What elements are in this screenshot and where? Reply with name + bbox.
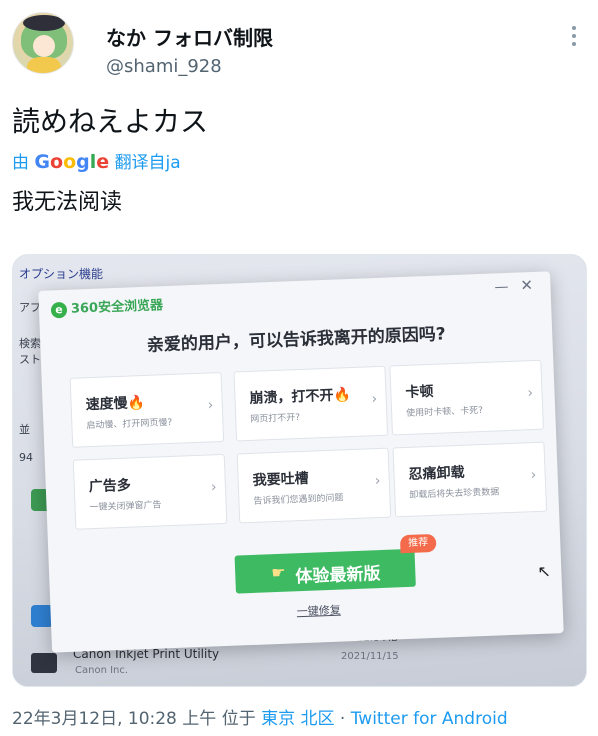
browser-brand-name: 360安全浏览器	[70, 298, 164, 317]
translation-source-language: 翻译自ja	[114, 153, 181, 173]
more-options-icon[interactable]	[566, 24, 582, 48]
reason-option-uninstall[interactable]: 忍痛卸载 卸载后将失去珍贵数据 ›	[392, 441, 548, 518]
chevron-right-icon: ›	[210, 479, 217, 496]
reason-title: 忍痛卸载	[408, 464, 465, 483]
translation-attribution[interactable]: 由 Google 翻译自ja	[12, 148, 181, 173]
location-prefix: 位于	[221, 709, 256, 729]
source-link[interactable]: Twitter for Android	[351, 709, 508, 729]
chevron-right-icon: ›	[527, 385, 534, 402]
background-side-label: スト	[19, 353, 41, 366]
try-latest-version-button[interactable]: ☛ 体验最新版	[234, 548, 416, 594]
uninstall-dialog: e 360安全浏览器 — ✕ 亲爱的用户，可以告诉我离开的原因吗? 速度慢🔥 启动…	[38, 271, 564, 653]
google-logo: Google	[34, 151, 110, 173]
try-button-label: 体验最新版	[295, 564, 381, 588]
browser-brand: e 360安全浏览器	[50, 294, 164, 319]
tweet-meta: 22年3月12日, 10:28 上午 位于 東京 北区 · Twitter fo…	[12, 704, 508, 729]
reason-subtitle: 卸载后将失去珍贵数据	[409, 487, 500, 501]
avatar-hat	[23, 15, 65, 31]
reason-title: 广告多	[88, 477, 132, 496]
translation-by: 由	[12, 153, 29, 173]
tweet-text: 読めねえよカス	[12, 105, 209, 138]
background-side-label: 94	[19, 451, 33, 464]
user-handle[interactable]: @shami_928	[106, 56, 222, 77]
recommended-badge: 推荐	[399, 533, 437, 554]
reason-subtitle: 一键关闭弹窗广告	[89, 500, 162, 514]
app-date: 2021/11/15	[341, 651, 399, 662]
meta-separator: ·	[339, 709, 346, 729]
reason-title: 速度慢🔥	[85, 394, 146, 414]
reason-option-lag[interactable]: 卡顿 使用时卡顿、卡死? ›	[389, 359, 544, 436]
reason-title: 我要吐槽	[252, 470, 309, 489]
location-link[interactable]: 東京 北区	[261, 709, 334, 729]
chevron-right-icon: ›	[371, 391, 378, 408]
reason-subtitle: 使用时卡顿、卡死?	[406, 405, 484, 419]
reason-subtitle: 网页打不开?	[250, 413, 301, 425]
background-window-title: オプション機能	[19, 267, 104, 281]
reason-title: 卡顿	[405, 383, 434, 401]
timestamp[interactable]: 22年3月12日, 10:28 上午	[12, 709, 216, 729]
translated-text: 我无法阅读	[12, 190, 123, 215]
mouse-cursor-icon: ↖	[537, 561, 552, 581]
app-publisher: Canon Inc.	[75, 665, 129, 676]
background-side-label: 並	[19, 423, 30, 436]
chevron-right-icon: ›	[530, 466, 537, 484]
avatar-face	[33, 35, 55, 57]
pointing-hand-icon: ☛	[270, 562, 286, 583]
printer-icon	[31, 653, 57, 673]
avatar[interactable]	[12, 12, 74, 74]
reason-subtitle: 启动慢、打开网页慢?	[86, 417, 173, 432]
one-click-repair-link[interactable]: 一键修复	[296, 602, 341, 620]
reason-subtitle: 告诉我们您遇到的问题	[253, 493, 344, 507]
minimize-icon[interactable]: —	[494, 279, 509, 296]
tweet: なか フォロバ制限 @shami_928 読めねえよカス 由 Google 翻译…	[0, 0, 598, 736]
chevron-right-icon: ›	[207, 397, 214, 414]
close-icon[interactable]: ✕	[520, 276, 533, 294]
chevron-right-icon: ›	[374, 472, 381, 490]
reason-title: 崩溃，打不开🔥	[249, 387, 352, 407]
reason-option-ads[interactable]: 广告多 一键关闭弹窗广告 ›	[72, 453, 228, 530]
reason-option-feedback[interactable]: 我要吐槽 告诉我们您遇到的问题 ›	[236, 447, 392, 524]
display-name[interactable]: なか フォロバ制限	[106, 22, 273, 51]
reason-option-slow[interactable]: 速度慢🔥 启动慢、打开网页慢? ›	[69, 371, 225, 448]
dialog-question: 亲爱的用户，可以告诉我离开的原因吗?	[146, 324, 447, 356]
reason-option-crash[interactable]: 崩溃，打不开🔥 网页打不开? ›	[233, 365, 389, 442]
background-side-label: 検索	[19, 337, 41, 350]
avatar-body	[27, 57, 61, 73]
attached-photo[interactable]: オプション機能 アプ 検索 スト 並 94 22.8 MB 2021/11/15…	[12, 254, 587, 687]
browser-logo-icon: e	[50, 301, 68, 319]
